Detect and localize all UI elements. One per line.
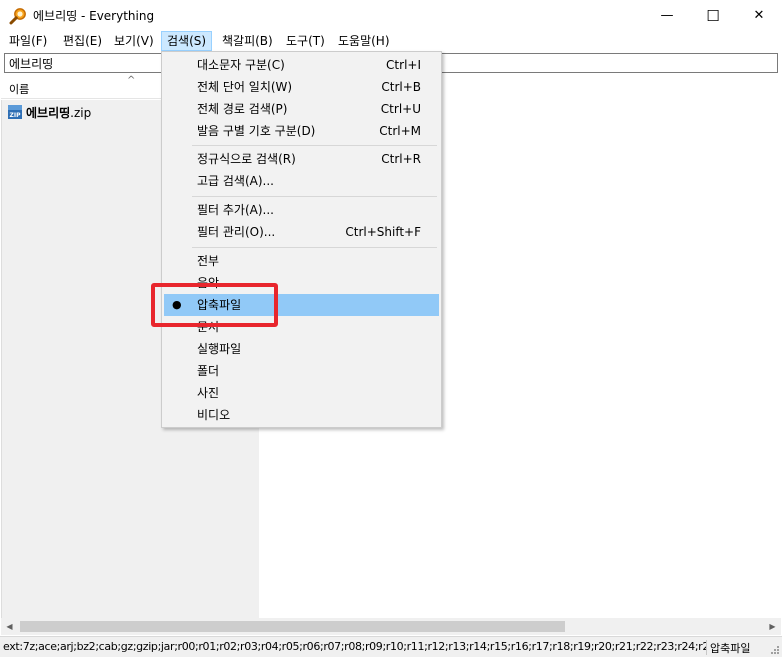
menu-item-label: 문서 <box>197 320 220 334</box>
status-divider <box>706 640 707 655</box>
menu-item-match-whole-word[interactable]: 전체 단어 일치(W) Ctrl+B <box>164 76 439 98</box>
status-active-filter: 압축파일 <box>710 642 751 655</box>
close-button[interactable]: ✕ <box>736 0 782 31</box>
resize-grip-icon[interactable] <box>770 645 780 655</box>
horizontal-scrollbar[interactable]: ◀ ▶ <box>1 618 781 635</box>
menu-item-label: 전체 단어 일치(W) <box>197 80 293 94</box>
close-icon: ✕ <box>753 8 765 23</box>
scroll-left-icon[interactable]: ◀ <box>1 618 18 635</box>
menu-item-shortcut: Ctrl+U <box>380 102 421 116</box>
svg-text:ZIP: ZIP <box>10 112 22 119</box>
filter-document[interactable]: 문서 <box>164 316 439 338</box>
menu-view[interactable]: 보기(V) <box>109 31 159 51</box>
filter-folder[interactable]: 폴더 <box>164 360 439 382</box>
status-filter-text: ext:7z;ace;arj;bz2;cab;gz;gzip;jar;r00;r… <box>3 640 706 653</box>
menu-item-shortcut: Ctrl+R <box>381 152 421 166</box>
menu-item-add-filter[interactable]: 필터 추가(A)... <box>164 199 439 221</box>
filter-video[interactable]: 비디오 <box>164 404 439 426</box>
menu-item-label: 사진 <box>197 386 220 400</box>
filter-everything[interactable]: 전부 <box>164 250 439 272</box>
menu-item-shortcut: Ctrl+Shift+F <box>345 225 421 239</box>
menu-edit[interactable]: 편집(E) <box>58 31 107 51</box>
scroll-right-icon[interactable]: ▶ <box>764 618 781 635</box>
menu-item-label: 실행파일 <box>197 342 242 356</box>
search-menu-dropdown: 대소문자 구분(C) Ctrl+I 전체 단어 일치(W) Ctrl+B 전체 경로… <box>161 51 442 428</box>
menu-separator <box>192 196 437 197</box>
maximize-button[interactable]: ☐ <box>690 0 736 31</box>
scrollbar-thumb[interactable] <box>20 621 565 632</box>
filter-executable[interactable]: 실행파일 <box>164 338 439 360</box>
selected-bullet-icon: ● <box>172 298 182 311</box>
minimize-icon: — <box>660 8 674 23</box>
menu-item-label: 필터 관리(O)... <box>197 225 276 239</box>
menu-item-label: 압축파일 <box>197 298 242 312</box>
sort-ascending-icon: ^ <box>127 75 136 86</box>
menu-item-label: 전체 경로 검색(P) <box>197 102 288 116</box>
menu-item-label: 발음 구별 기호 구분(D) <box>197 124 316 138</box>
menu-bar: 파일(F) 편집(E) 보기(V) 검색(S) 책갈피(B) 도구(T) 도움말… <box>0 31 782 51</box>
menu-item-label: 폴더 <box>197 364 220 378</box>
filter-picture[interactable]: 사진 <box>164 382 439 404</box>
menu-item-match-diacritics[interactable]: 발음 구별 기호 구분(D) Ctrl+M <box>164 120 439 142</box>
menu-separator <box>192 145 437 146</box>
window-title: 에브리띵 - Everything <box>33 9 155 23</box>
menu-item-label: 대소문자 구분(C) <box>197 58 285 72</box>
menu-item-label: 필터 추가(A)... <box>197 203 274 217</box>
menu-item-shortcut: Ctrl+M <box>379 124 421 138</box>
filter-compressed[interactable]: ● 압축파일 <box>164 294 439 316</box>
menu-item-match-path[interactable]: 전체 경로 검색(P) Ctrl+U <box>164 98 439 120</box>
filter-audio[interactable]: 음악 <box>164 272 439 294</box>
file-extension: .zip <box>70 105 92 120</box>
status-bar: ext:7z;ace;arj;bz2;cab;gz;gzip;jar;r00;r… <box>0 636 782 657</box>
menu-search[interactable]: 검색(S) <box>161 31 213 51</box>
zip-icon: ZIP <box>8 105 22 119</box>
menu-tools[interactable]: 도구(T) <box>281 31 330 51</box>
menu-item-label: 전부 <box>197 254 220 268</box>
menu-item-regex[interactable]: 정규식으로 검색(R) Ctrl+R <box>164 148 439 170</box>
file-name-match: 에브리띵 <box>26 105 71 120</box>
column-name-label: 이름 <box>9 83 30 96</box>
menu-item-shortcut: Ctrl+I <box>386 58 421 72</box>
minimize-button[interactable]: — <box>644 0 690 31</box>
menu-help[interactable]: 도움말(H) <box>333 31 395 51</box>
magnifier-icon <box>9 8 26 25</box>
menu-item-label: 고급 검색(A)... <box>197 174 274 188</box>
menu-item-shortcut: Ctrl+B <box>381 80 421 94</box>
maximize-icon: ☐ <box>706 6 720 25</box>
menu-item-organize-filters[interactable]: 필터 관리(O)... Ctrl+Shift+F <box>164 221 439 243</box>
menu-item-label: 음악 <box>197 276 220 290</box>
menu-separator <box>192 247 437 248</box>
title-bar: 에브리띵 - Everything — ☐ ✕ <box>0 0 782 31</box>
menu-item-advanced-search[interactable]: 고급 검색(A)... <box>164 170 439 192</box>
file-name: 에브리띵.zip <box>26 104 91 121</box>
menu-item-label: 비디오 <box>197 408 231 422</box>
menu-file[interactable]: 파일(F) <box>4 31 52 51</box>
menu-item-label: 정규식으로 검색(R) <box>197 152 296 166</box>
menu-bookmarks[interactable]: 책갈피(B) <box>217 31 278 51</box>
menu-item-match-case[interactable]: 대소문자 구분(C) Ctrl+I <box>164 54 439 76</box>
